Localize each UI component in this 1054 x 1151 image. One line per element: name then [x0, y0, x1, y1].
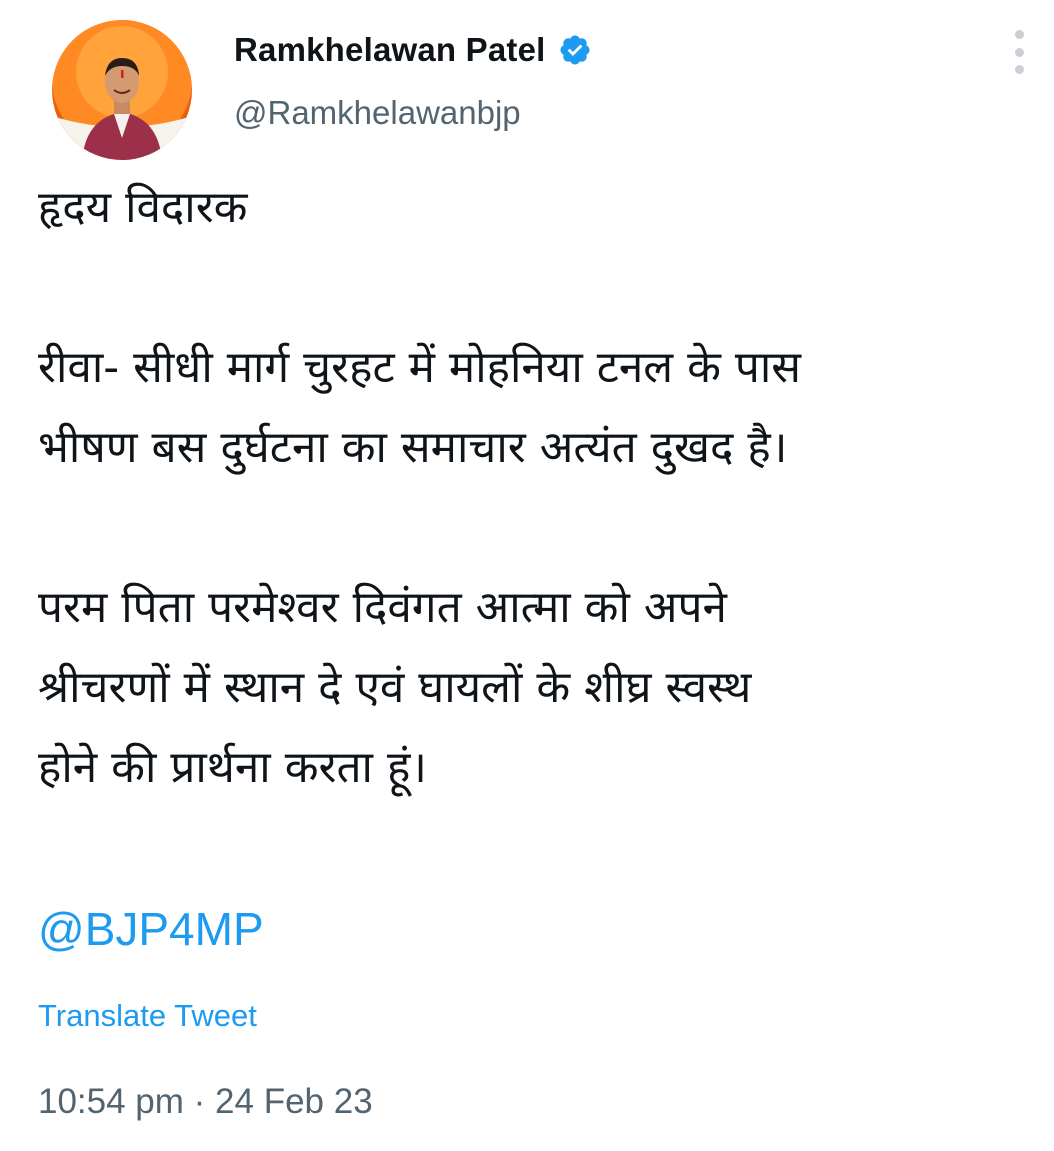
tweet-line: परम पिता परमेश्वर दिवंगत आत्मा को अपने [38, 582, 727, 633]
tweet-line: हृदय विदारक [38, 182, 248, 233]
author-avatar[interactable] [52, 20, 192, 160]
avatar-photo [52, 20, 192, 160]
mention-link[interactable]: @BJP4MP [38, 902, 264, 956]
tweet-line: श्रीचरणों में स्थान दे एवं घायलों के शीघ… [38, 662, 752, 713]
more-dot [1014, 65, 1024, 74]
tweet-line: भीषण बस दुर्घटना का समाचार अत्यंत दुखद ह… [38, 422, 788, 473]
author-names: Ramkhelawan Patel @Ramkhelawanbjp [234, 28, 592, 132]
verified-badge-icon [558, 33, 592, 67]
translate-tweet-link[interactable]: Translate Tweet [38, 998, 257, 1034]
tweet-line: रीवा- सीधी मार्ग चुरहट में मोहनिया टनल क… [38, 342, 802, 393]
author-handle[interactable]: @Ramkhelawanbjp [234, 94, 592, 132]
display-name-row: Ramkhelawan Patel [234, 28, 592, 72]
tweet-card: Ramkhelawan Patel @Ramkhelawanbjp हृदय व… [0, 0, 1054, 1151]
tweet-text: हृदय विदारक रीवा- सीधी मार्ग चुरहट में म… [38, 168, 1028, 808]
tweet-timestamp[interactable]: 10:54 pm · 24 Feb 23 [38, 1082, 373, 1122]
more-dot [1014, 30, 1024, 39]
more-dot [1014, 47, 1024, 57]
tweet-header: Ramkhelawan Patel @Ramkhelawanbjp [38, 10, 1038, 160]
more-options-icon[interactable] [1006, 24, 1032, 80]
tweet-line: होने की प्रार्थना करता हूं। [38, 742, 427, 793]
author-display-name[interactable]: Ramkhelawan Patel [234, 31, 546, 69]
